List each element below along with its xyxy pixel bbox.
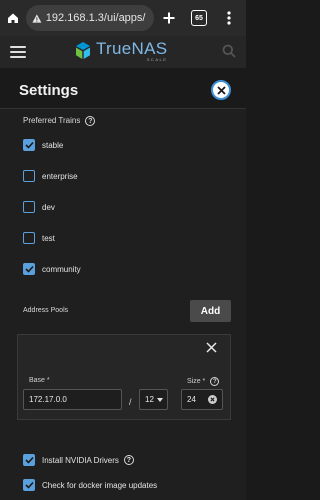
checkbox-label: test (42, 233, 55, 243)
checkbox-label: dev (42, 202, 55, 212)
help-icon[interactable]: ? (123, 455, 134, 465)
netmask-select[interactable]: 12 (139, 389, 168, 410)
checkbox-label: enterprise (42, 171, 78, 181)
help-icon[interactable]: ? (85, 116, 96, 126)
check-docker-updates-checkbox[interactable]: Check for docker image updates (23, 478, 157, 492)
checkbox-unchecked[interactable] (23, 232, 35, 244)
checkbox-checked[interactable] (23, 479, 35, 491)
add-pool-button[interactable]: Add (190, 300, 231, 322)
tab-count-badge: 65 (191, 10, 207, 26)
checkbox-label: stable (42, 140, 64, 150)
size-label-row: Size * ? (187, 377, 220, 386)
netmask-value: 12 (145, 395, 154, 404)
checkbox-label: community (42, 264, 81, 274)
truenas-mark-icon (76, 42, 90, 59)
home-icon (8, 13, 18, 23)
more-vert-icon (227, 11, 231, 25)
check-icon (24, 481, 34, 489)
base-input[interactable]: 172.17.0.0 (23, 389, 122, 410)
checkbox-checked[interactable] (23, 263, 35, 275)
checkbox-unchecked[interactable] (23, 201, 35, 213)
checkbox-checked[interactable] (23, 454, 35, 466)
address-bar[interactable]: 192.168.1.3/ui/apps/insta (26, 5, 154, 31)
train-checkbox-stable[interactable]: stable (23, 138, 63, 152)
remove-pool-button[interactable] (206, 340, 217, 358)
close-settings-button[interactable] (211, 80, 231, 100)
home-button[interactable] (0, 0, 26, 36)
hamburger-menu-icon[interactable] (10, 44, 26, 60)
divider (0, 108, 246, 109)
checkbox-label: Check for docker image updates (42, 480, 158, 490)
url-text: 192.168.1.3/ui/apps/insta (45, 12, 146, 24)
app-header: TrueNAS SCALE (0, 36, 246, 68)
checkbox-checked[interactable] (23, 139, 35, 151)
preferred-trains-label: Preferred Trains? (23, 116, 96, 126)
check-icon (24, 141, 34, 149)
check-icon (24, 456, 34, 464)
train-checkbox-test[interactable]: test (23, 231, 55, 245)
browser-toolbar: 192.168.1.3/ui/apps/insta 65 (0, 0, 246, 36)
close-icon (206, 342, 217, 353)
logo-subtext: SCALE (146, 57, 168, 62)
search-button[interactable] (222, 44, 236, 63)
address-pools-label: Address Pools (23, 307, 69, 314)
close-icon (216, 85, 226, 95)
warning-icon (32, 13, 42, 23)
plus-icon (163, 12, 175, 24)
logo-text: TrueNAS (96, 39, 168, 58)
truenas-logo[interactable]: TrueNAS SCALE (74, 40, 167, 62)
train-checkbox-community[interactable]: community (23, 262, 81, 276)
checkbox-unchecked[interactable] (23, 170, 35, 182)
tab-switcher-button[interactable]: 65 (184, 0, 214, 36)
preferred-trains-text: Preferred Trains (23, 116, 81, 126)
search-icon (222, 44, 236, 58)
checkbox-label: Install NVIDIA Drivers (42, 455, 119, 465)
install-nvidia-drivers-checkbox[interactable]: Install NVIDIA Drivers ? (23, 453, 134, 467)
help-icon[interactable]: ? (210, 377, 220, 386)
chevron-down-icon (156, 397, 163, 402)
new-tab-button[interactable] (154, 0, 184, 36)
size-label: Size * (187, 378, 206, 385)
base-label: Base * (29, 377, 50, 384)
check-icon (24, 265, 34, 273)
base-input-value: 172.17.0.0 (29, 395, 67, 404)
clear-icon[interactable] (208, 395, 217, 404)
size-input[interactable]: 24 (181, 389, 223, 410)
browser-menu-button[interactable] (214, 0, 244, 36)
train-checkbox-dev[interactable]: dev (23, 200, 55, 214)
page-title: Settings (19, 82, 79, 99)
size-input-value: 24 (187, 395, 196, 404)
cidr-slash: / (129, 397, 132, 407)
train-checkbox-enterprise[interactable]: enterprise (23, 169, 78, 183)
